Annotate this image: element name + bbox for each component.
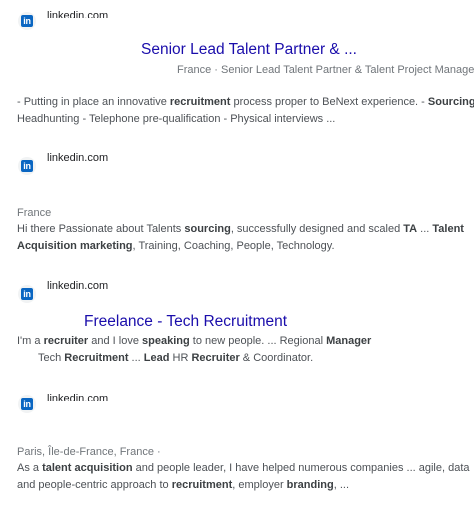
result-3-linkedin-icon-wrap: in [18,285,36,303]
linkedin-icon: in [21,15,33,27]
result-4-linkedin-icon-wrap: in [18,395,36,413]
result-1-snippet-line-2: Headhunting - Telephone pre-qualificatio… [17,113,336,125]
result-3-snippet: I'm a recruiter and I love speaking to n… [17,333,371,367]
result-2-site[interactable]: linkedin.com [47,152,108,164]
result-3-site[interactable]: linkedin.com [47,280,108,292]
result-4-meta: Paris, Île-de-France, France · [17,446,161,458]
linkedin-icon: in [21,288,33,300]
linkedin-icon: in [21,398,33,410]
result-1-linkedin-icon-wrap: in [18,12,36,30]
result-2-snippet-line-1: Hi there Passionate about Talents sourci… [17,223,464,235]
result-1-snippet: - Putting in place an innovative recruit… [17,94,474,128]
result-4-snippet: As a talent acquisition and people leade… [17,460,470,494]
result-2-snippet-line-2: Acquisition marketing, Training, Coachin… [17,240,335,252]
result-1-title[interactable]: Senior Lead Talent Partner & ... [141,41,357,59]
result-3-snippet-line-2: Tech Recruitment ... Lead HR Recruiter &… [38,352,314,364]
result-3-title[interactable]: Freelance - Tech Recruitment [84,313,287,331]
result-3-snippet-line-1: I'm a recruiter and I love speaking to n… [17,335,372,347]
linkedin-icon: in [21,160,33,172]
result-2-meta: France [17,207,52,219]
result-1-meta: France · Senior Lead Talent Partner & Ta… [177,64,474,76]
result-1-snippet-line-1: - Putting in place an innovative recruit… [17,96,474,108]
result-1-site[interactable]: linkedin.com [47,9,108,18]
result-2-snippet: Hi there Passionate about Talents sourci… [17,221,464,255]
result-2-linkedin-icon-wrap: in [18,157,36,175]
result-4-snippet-line-1: As a talent acquisition and people leade… [17,462,470,474]
result-4-snippet-line-2: and people-centric approach to recruitme… [17,479,350,491]
result-4-site[interactable]: linkedin.com [47,392,108,401]
